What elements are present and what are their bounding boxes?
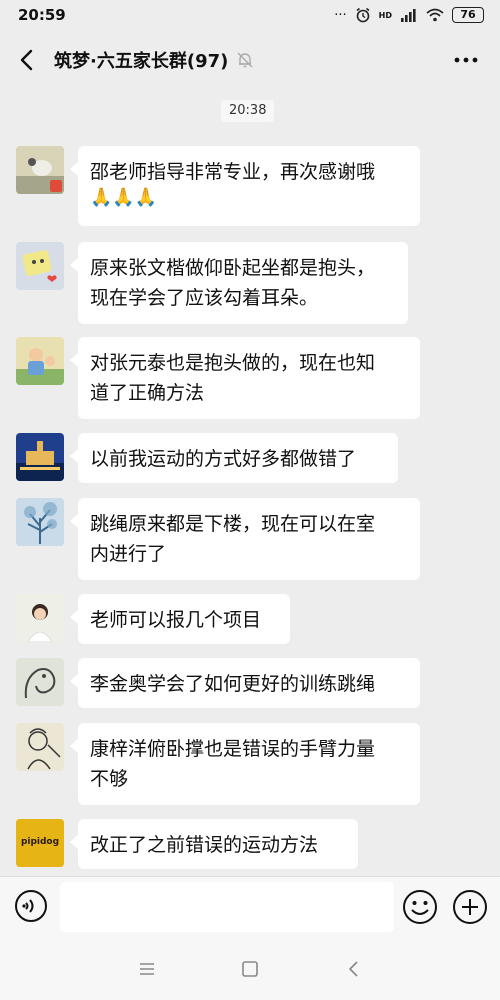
status-time: 20:59 <box>18 6 66 24</box>
message-text: 邵老师指导非常专业，再次感谢哦 <box>90 161 376 183</box>
message-text-line: 对张元泰也是抱头做的，现在也知 <box>90 352 376 374</box>
message-input-bar <box>0 876 500 937</box>
avatar[interactable] <box>16 498 64 546</box>
plus-icon[interactable] <box>452 889 488 925</box>
avatar[interactable] <box>16 242 64 290</box>
message-bubble[interactable]: 改正了之前错误的运动方法 <box>70 819 358 869</box>
alarm-icon <box>356 7 370 23</box>
system-navigation-bar <box>0 936 500 1000</box>
message-text-line: 原来张文楷做仰卧起坐都是抱头， <box>90 257 376 279</box>
chat-title: 筑梦·六五家长群(97) <box>54 51 229 72</box>
message-text-line: 跳绳原来都是下楼，现在可以在室 <box>90 513 376 535</box>
message-bubble[interactable]: 以前我运动的方式好多都做错了 <box>70 433 398 483</box>
signal-icon <box>401 9 416 22</box>
avatar[interactable] <box>16 433 64 481</box>
menu-icon[interactable] <box>136 958 158 980</box>
wifi-icon <box>426 8 444 22</box>
message-text-line: 现在学会了应该勾着耳朵。 <box>90 287 319 309</box>
avatar[interactable] <box>16 723 64 771</box>
avatar[interactable] <box>16 658 64 706</box>
message-bubble[interactable]: 原来张文楷做仰卧起坐都是抱头， 现在学会了应该勾着耳朵。 <box>70 242 408 324</box>
hd-network-badge: HD <box>378 10 392 20</box>
message-bubble[interactable]: 邵老师指导非常专业，再次感谢哦 🙏🙏🙏 <box>70 146 420 226</box>
message-text-line: 不够 <box>90 768 129 790</box>
bell-muted-icon <box>237 52 253 68</box>
message-bubble[interactable]: 跳绳原来都是下楼，现在可以在室 内进行了 <box>70 498 420 580</box>
message-text: 以前我运动的方式好多都做错了 <box>90 448 357 470</box>
message-text: 李金奥学会了如何更好的训练跳绳 <box>90 673 376 695</box>
status-bar: 20:59 ··· HD 76 <box>0 0 500 32</box>
avatar[interactable] <box>16 594 64 642</box>
pray-emoji-row: 🙏🙏🙏 <box>90 187 158 208</box>
battery-indicator: 76 <box>452 7 484 23</box>
smiley-icon[interactable] <box>402 889 438 925</box>
voice-icon[interactable] <box>14 889 48 923</box>
back-button[interactable] <box>4 38 48 82</box>
message-bubble[interactable]: 老师可以报几个项目 <box>70 594 290 644</box>
chat-header: 筑梦·六五家长群(97) <box>0 32 500 88</box>
square-icon[interactable] <box>239 958 261 980</box>
status-icons: ··· HD 76 <box>334 7 484 23</box>
message-text-line: 内进行了 <box>90 543 167 565</box>
message-text-line: 康梓洋俯卧撑也是错误的手臂力量 <box>90 738 376 760</box>
message-text: 改正了之前错误的运动方法 <box>90 834 319 856</box>
more-options-button[interactable] <box>448 44 484 76</box>
avatar[interactable] <box>16 146 64 194</box>
message-bubble[interactable]: 李金奥学会了如何更好的训练跳绳 <box>70 658 420 708</box>
avatar[interactable]: pipidog <box>16 819 64 867</box>
more-horizontal-icon <box>454 57 478 63</box>
message-text: 老师可以报几个项目 <box>90 609 262 631</box>
more-dots-status-icon: ··· <box>334 7 347 23</box>
message-input[interactable] <box>60 882 394 932</box>
message-text-line: 道了正确方法 <box>90 382 205 404</box>
triangle-back-icon[interactable] <box>343 958 365 980</box>
message-bubble[interactable]: 康梓洋俯卧撑也是错误的手臂力量 不够 <box>70 723 420 805</box>
message-timestamp: 20:38 <box>221 100 275 122</box>
chat-messages-area[interactable]: 20:38 邵老师指导非常专业，再次感谢哦 🙏🙏🙏 原来张文楷做仰卧起坐都是抱头… <box>0 88 500 876</box>
chevron-left-icon <box>20 49 33 71</box>
avatar-brand-text: pipidog <box>20 837 60 847</box>
avatar[interactable] <box>16 337 64 385</box>
message-bubble[interactable]: 对张元泰也是抱头做的，现在也知 道了正确方法 <box>70 337 420 419</box>
